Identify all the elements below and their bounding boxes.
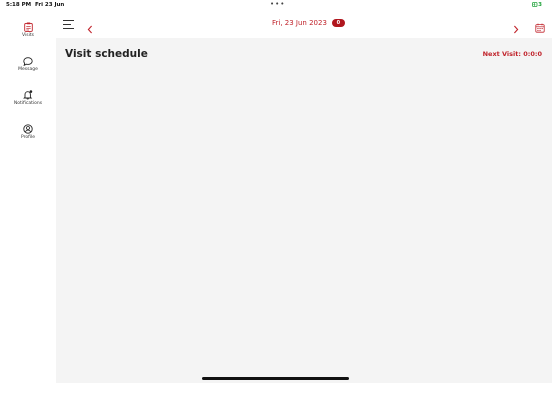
next-day-button[interactable] <box>513 19 519 38</box>
sidebar-item-label: Profile <box>21 135 35 140</box>
status-time: 5:18 PM Fri 23 Jun <box>6 2 65 8</box>
date-selector[interactable]: Fri, 23 Jun 2023 0 <box>272 19 345 27</box>
chevron-left-icon <box>87 25 93 34</box>
calendar-button[interactable] <box>535 18 545 37</box>
user-circle-icon <box>23 124 33 134</box>
sidebar-item-notifications[interactable]: Notifications <box>0 90 56 106</box>
sidebar: Visits Message Notifications Profile <box>0 12 56 414</box>
calendar-icon <box>535 23 545 33</box>
next-visit-countdown: Next Visit: 0:0:0 <box>482 50 542 58</box>
status-bar: 5:18 PM Fri 23 Jun ••• 3 <box>0 0 552 12</box>
chevron-right-icon <box>513 25 519 34</box>
page-title: Visit schedule <box>65 48 148 60</box>
multitask-dots[interactable]: ••• <box>270 0 285 8</box>
chat-bubble-icon <box>23 57 33 66</box>
sidebar-item-visits[interactable]: Visits <box>0 22 56 38</box>
home-indicator[interactable] <box>202 377 349 380</box>
top-bar: Fri, 23 Jun 2023 0 <box>56 12 552 38</box>
battery-indicator: 3 <box>532 2 542 8</box>
menu-button[interactable] <box>63 20 75 30</box>
sidebar-item-profile[interactable]: Profile <box>0 124 56 140</box>
visit-schedule-panel: Visit schedule Next Visit: 0:0:0 <box>56 38 552 383</box>
visit-count-badge: 0 <box>331 19 345 27</box>
menu-line <box>63 24 71 25</box>
sidebar-item-message[interactable]: Message <box>0 57 56 72</box>
menu-line <box>63 28 74 29</box>
sidebar-item-label: Notifications <box>13 101 43 106</box>
clipboard-icon <box>23 22 33 32</box>
sidebar-item-label: Visits <box>22 33 34 38</box>
current-date: Fri, 23 Jun 2023 <box>272 19 327 27</box>
menu-line <box>63 20 74 21</box>
previous-day-button[interactable] <box>87 19 93 38</box>
bell-icon <box>23 90 33 100</box>
sidebar-item-label: Message <box>18 67 38 72</box>
